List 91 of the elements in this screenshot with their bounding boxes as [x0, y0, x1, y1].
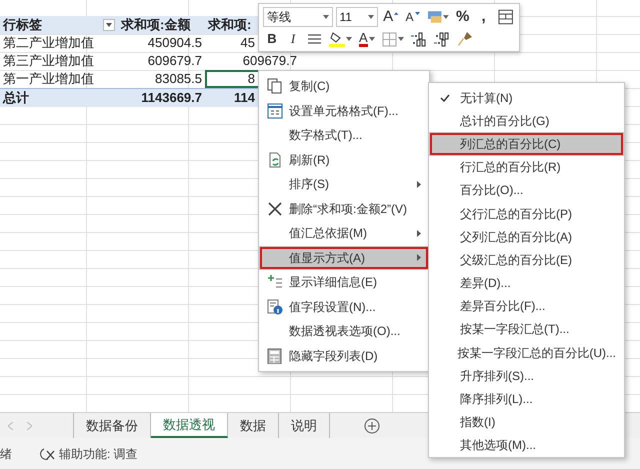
- menu-item[interactable]: 降序排列(L)...: [429, 387, 624, 411]
- caret-icon: [322, 15, 329, 19]
- menu-item[interactable]: 总计的百分比(G): [429, 109, 624, 132]
- row-label: 第一产业增加值: [3, 71, 94, 86]
- total-cell: 1143669.7: [141, 90, 202, 105]
- total-cell: 114: [234, 90, 255, 105]
- scroll-left-icon: [8, 422, 13, 430]
- menu-item[interactable]: 按某一字段汇总(T)...: [429, 318, 624, 342]
- refresh-icon: [267, 152, 283, 168]
- status-text: 绪: [0, 446, 12, 462]
- font-dropdown[interactable]: 等线: [263, 7, 333, 27]
- caret-icon: [368, 15, 374, 19]
- column-header: 求和项:: [208, 17, 252, 32]
- info-document-icon: [267, 298, 283, 315]
- menu-item[interactable]: 父行汇总的百分比(P): [429, 202, 624, 226]
- align-icon: [307, 32, 322, 46]
- table-cell: 450904.5: [148, 35, 202, 50]
- menu-item[interactable]: 排序(S): [259, 172, 429, 196]
- table-icon: [498, 9, 513, 25]
- menu-item[interactable]: 设置单元格格式(F)...: [259, 98, 429, 123]
- menu-item[interactable]: 值汇总依据(M): [259, 221, 429, 246]
- menu-item[interactable]: 显示详细信息(E): [259, 270, 429, 294]
- bold-button[interactable]: B: [263, 29, 281, 49]
- add-rows-icon: [267, 274, 283, 290]
- menu-item[interactable]: 差异(D)...: [429, 272, 624, 295]
- filter-dropdown[interactable]: [103, 19, 115, 31]
- menu-item[interactable]: 复制(C): [259, 74, 429, 98]
- size-dropdown[interactable]: 11: [336, 7, 378, 27]
- menu-item[interactable]: 父列汇总的百分比(A): [429, 225, 624, 248]
- plus-circle-icon: [364, 418, 380, 434]
- caret-icon: [414, 12, 420, 14]
- menu-item[interactable]: 升序排列(S)...: [429, 364, 624, 388]
- font-size-value: 11: [340, 9, 352, 26]
- paint-bucket-icon: [329, 31, 345, 47]
- comma-button[interactable]: ,: [474, 7, 493, 27]
- accessibility-icon: [40, 446, 56, 460]
- table-cell: 609679.7: [242, 53, 297, 68]
- caret-icon: [346, 37, 352, 41]
- font-name: 等线: [267, 9, 291, 26]
- caret-icon: [398, 37, 404, 41]
- borders-icon: [382, 32, 397, 46]
- menu-item[interactable]: 父级汇总的百分比(E): [429, 248, 624, 272]
- total-label: 总计: [3, 90, 29, 105]
- menu-item[interactable]: 刷新(R): [259, 148, 429, 172]
- row-label: 第二产业增加值: [3, 35, 94, 50]
- decrease-decimal-icon: [434, 31, 450, 47]
- field-list-icon: [267, 348, 283, 364]
- font-color-button[interactable]: A: [357, 29, 377, 49]
- shrink-font-button[interactable]: A: [404, 7, 422, 27]
- table-cell: 8: [248, 71, 255, 86]
- column-header: 求和项:金额: [121, 17, 190, 32]
- sheet-tab[interactable]: 数据透视: [151, 413, 228, 438]
- menu-item[interactable]: 其他选项(M)...: [429, 434, 624, 457]
- menu-item[interactable]: 按某一字段汇总的百分比(U)...: [429, 341, 624, 364]
- menu-item[interactable]: 隐藏字段列表(D): [259, 344, 429, 368]
- menu-item[interactable]: 列汇总的百分比(C): [429, 132, 624, 156]
- menu-item[interactable]: 数字格式(T)...: [259, 123, 429, 148]
- scroll-right-icon: [27, 422, 32, 430]
- table-cell: 609679.7: [148, 53, 202, 68]
- caret-icon: [106, 23, 112, 27]
- caret-icon: [442, 15, 449, 19]
- menu-item[interactable]: 删除“求和项:金额2”(V): [259, 196, 429, 221]
- table-cell: 45: [240, 35, 255, 50]
- column-header: 行标签: [3, 17, 42, 32]
- submenu-arrow-icon: [417, 254, 421, 262]
- accessibility-status: 辅助功能: 调查: [59, 446, 138, 462]
- table-format-button[interactable]: [496, 7, 515, 27]
- menu-item[interactable]: 无计算(N): [429, 86, 624, 110]
- menu-item[interactable]: 指数(I): [429, 410, 624, 434]
- menu-item[interactable]: 数据透视表选项(O)...: [259, 319, 429, 344]
- money-icon: [426, 9, 442, 25]
- menu-item[interactable]: 行汇总的百分比(R): [429, 156, 624, 179]
- close-icon: [267, 200, 283, 217]
- format-cells-icon: [267, 102, 283, 119]
- copy-icon: [267, 78, 283, 94]
- add-sheet-button[interactable]: [362, 416, 382, 436]
- menu-item[interactable]: 值字段设置(N)...: [259, 294, 429, 319]
- menu-item[interactable]: 值显示方式(A): [259, 246, 429, 270]
- caret-icon: [368, 37, 375, 41]
- percent-button[interactable]: %: [454, 7, 472, 27]
- submenu-arrow-icon: [417, 180, 421, 188]
- brush-icon: [456, 31, 473, 47]
- caret-icon: [394, 12, 399, 14]
- grow-font-button[interactable]: A: [381, 7, 401, 27]
- menu-item[interactable]: 差异百分比(F)...: [429, 294, 624, 318]
- table-cell: 83085.5: [155, 71, 202, 86]
- row-label: 第三产业增加值: [3, 53, 94, 68]
- menu-item[interactable]: 百分比(O)...: [429, 178, 624, 202]
- increase-decimal-icon: [410, 31, 427, 47]
- submenu-arrow-icon: [417, 230, 421, 237]
- italic-button[interactable]: I: [284, 29, 302, 49]
